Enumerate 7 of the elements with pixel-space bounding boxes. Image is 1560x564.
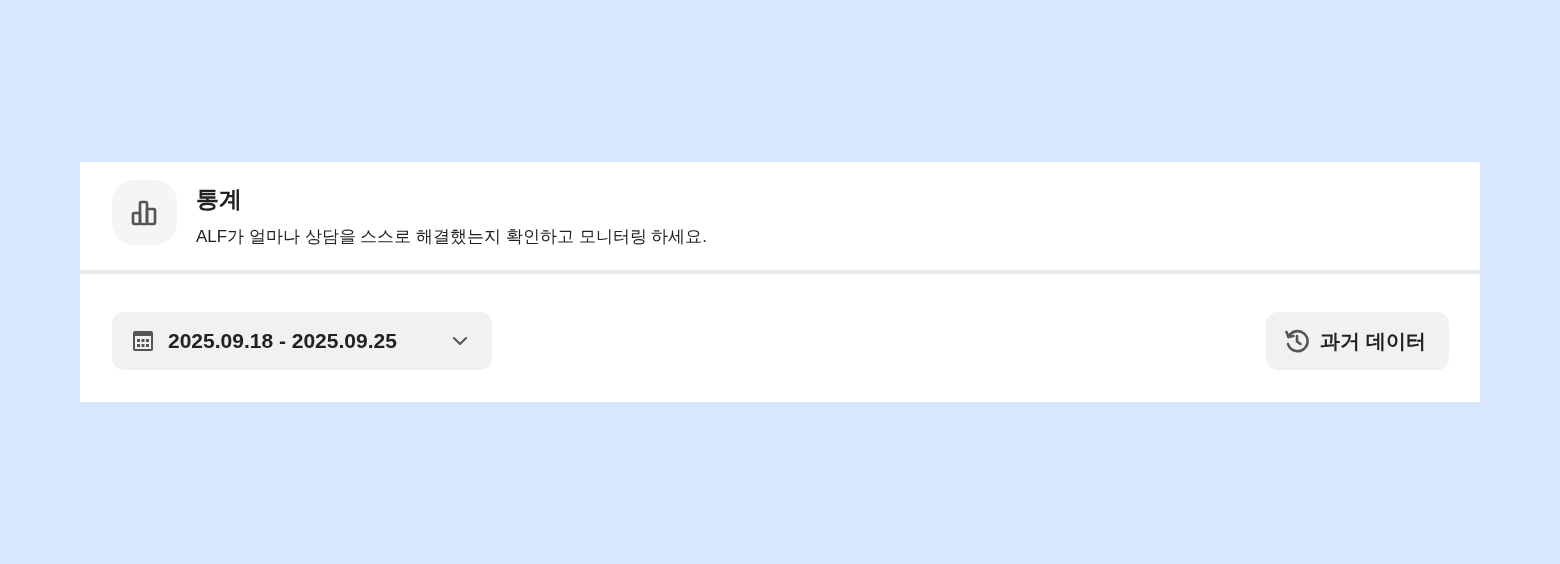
page-description: ALF가 얼마나 상담을 스스로 해결했는지 확인하고 모니터링 하세요.: [196, 226, 707, 248]
caret-icon: [452, 336, 468, 346]
page-title: 통계: [196, 185, 243, 214]
history-icon: [1284, 328, 1310, 354]
date-range-button[interactable]: 2025.09.18 - 2025.09.25: [112, 312, 492, 370]
calendar-icon: [132, 330, 154, 352]
history-data-button[interactable]: 과거 데이터: [1266, 312, 1449, 370]
